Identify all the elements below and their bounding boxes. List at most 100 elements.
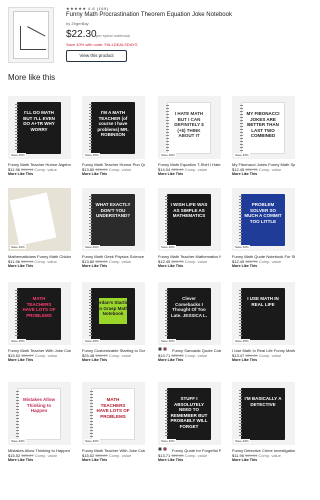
more-like-this-link[interactable]: More Like This xyxy=(232,264,257,268)
product-card[interactable]: PROBLEM SOLVER SO MUCH A COMMIT TOO LITT… xyxy=(232,188,295,288)
more-like-this-link[interactable]: More Like This xyxy=(82,358,107,362)
rating: ★★★★★ 4.6 (169) xyxy=(66,6,109,11)
more-like-this-link[interactable]: More Like This xyxy=(8,172,33,176)
product-thumbnail[interactable]: WHAT EXACTLY DON'T YOU UNDERSTAND? Save 4… xyxy=(82,188,145,251)
comp-value-label: Comp. value xyxy=(34,167,57,172)
product-thumbnail[interactable]: MATH TEACHERS HAVE LOTS OF PROBLEMS Save … xyxy=(82,382,145,445)
discount-badge: Save 40% xyxy=(10,339,26,343)
comp-value-label: Comp. value xyxy=(184,259,208,264)
notebook-cover: MATH TEACHERS HAVE LOTS OF PROBLEMS xyxy=(90,388,135,440)
cover-text: I'M BASICALLY A DETECTIVE xyxy=(244,396,282,407)
color-swatch[interactable] xyxy=(163,447,167,451)
product-thumbnail[interactable]: I'M A MATH TEACHER (of course I have pro… xyxy=(82,96,145,159)
product-thumbnail[interactable]: I'LL DO MATH BUT I'LL EVEN DO A+TR WHY W… xyxy=(8,96,71,159)
more-like-this-link[interactable]: More Like This xyxy=(82,172,107,176)
spiral-binding xyxy=(89,104,92,152)
product-card[interactable]: MY FIBONACCI JOKES ARE BETTER THAN LAST … xyxy=(232,96,295,196)
notebook-cover: STUFF I ABSOLUTELY NEED TO REMEMBER BUT … xyxy=(165,388,211,440)
color-swatch[interactable] xyxy=(158,447,162,451)
product-card[interactable]: I'M BASICALLY A DETECTIVE Save 40% Funny D… xyxy=(232,382,295,482)
discount-badge: Save 40% xyxy=(84,153,100,157)
discount-badge: Save 40% xyxy=(234,439,250,443)
comp-value-label: Comp. value xyxy=(184,167,208,172)
product-thumbnail[interactable]: Save 40% xyxy=(8,188,71,251)
more-like-this-link[interactable]: More Like This xyxy=(8,458,33,462)
product-thumbnail[interactable]: I'M BASICALLY A DETECTIVE Save 40% xyxy=(232,382,295,445)
product-thumbnail[interactable]: Jordan's Starting to Grasp Math Notebook… xyxy=(82,282,145,345)
product-card[interactable]: WHAT EXACTLY DON'T YOU UNDERSTAND? Save 4… xyxy=(82,188,145,288)
discount-badge: Save 40% xyxy=(84,339,100,343)
cover-text: MY FIBONACCI JOKES ARE BETTER THAN LAST … xyxy=(246,111,280,138)
notebook-cover: Mistakes Allow Thinking to Happen xyxy=(16,388,61,440)
cover-text: MATH TEACHERS HAVE LOTS OF PROBLEMS xyxy=(96,397,130,419)
product-thumbnail[interactable]: I USE MATH IN REAL LIFE Save 40% xyxy=(232,282,295,345)
discount-badge: Save 40% xyxy=(84,439,100,443)
product-card[interactable]: I WISH LIFE WAS AS SIMPLE AS MATHEMATICS… xyxy=(158,188,221,288)
cover-text: WHAT EXACTLY DON'T YOU UNDERSTAND? xyxy=(95,202,131,218)
cover-text: Mistakes Allow Thinking to Happen xyxy=(22,397,56,413)
product-title[interactable]: Funny Math Procrastination Theorem Equat… xyxy=(66,12,232,18)
product-thumbnail[interactable]: MY FIBONACCI JOKES ARE BETTER THAN LAST … xyxy=(232,96,295,159)
product-thumbnail[interactable]: STUFF I ABSOLUTELY NEED TO REMEMBER BUT … xyxy=(158,382,221,445)
comp-value-label: Comp. value xyxy=(34,259,57,264)
view-product-button[interactable]: View this product xyxy=(66,50,127,62)
more-like-this-link[interactable]: More Like This xyxy=(82,264,107,268)
more-like-this-link[interactable]: More Like This xyxy=(158,458,183,462)
product-thumbnail[interactable]: Clever Comebacks I Thought Of Too Late. … xyxy=(158,282,221,345)
spiral-binding xyxy=(165,390,168,438)
color-swatches[interactable] xyxy=(158,347,167,351)
notebook-cover: I WISH LIFE WAS AS SIMPLE AS MATHEMATICS xyxy=(165,194,211,246)
comp-value-label: Comp. value xyxy=(258,453,281,458)
discount-badge: Save 40% xyxy=(10,439,26,443)
more-like-this-link[interactable]: More Like This xyxy=(82,458,107,462)
graph-drawing xyxy=(20,26,46,50)
product-thumbnail[interactable]: I WISH LIFE WAS AS SIMPLE AS MATHEMATICS… xyxy=(158,188,221,251)
product-card[interactable]: I'M A MATH TEACHER (of course I have pro… xyxy=(82,96,145,196)
discount-badge: Save 40% xyxy=(160,339,176,343)
product-card[interactable]: MATH TEACHERS HAVE LOTS OF PROBLEMS Save … xyxy=(82,382,145,482)
notebook-cover: I HATE MATH BUT I CAN DEFINITELY $ (+$) … xyxy=(166,102,211,154)
more-like-this-link[interactable]: More Like This xyxy=(158,358,183,362)
discount-badge: Save 40% xyxy=(234,245,250,249)
notebook-page: I'LL DO MATH BUT I'LL EVEN DO A+TR WHY W… xyxy=(13,11,49,59)
more-like-this-link[interactable]: More Like This xyxy=(232,172,257,176)
discount-badge: Save 40% xyxy=(234,339,250,343)
cover-text: Clever Comebacks I Thought Of Too Late. … xyxy=(170,296,208,318)
cover-text: Jordan's Starting to Grasp Math Notebook xyxy=(94,300,132,316)
promo-text: Save 40% with code: FALLDEALSDAYS xyxy=(66,42,138,47)
more-like-this-link[interactable]: More Like This xyxy=(232,358,257,362)
product-thumbnail[interactable]: PROBLEM SOLVER SO MUCH A COMMIT TOO LITT… xyxy=(232,188,295,251)
more-like-this-link[interactable]: More Like This xyxy=(158,172,183,176)
more-like-this-link[interactable]: More Like This xyxy=(158,264,183,268)
spiral-binding xyxy=(89,290,92,338)
product-card[interactable]: Save 40%Mathematicians Funny Math Chicke… xyxy=(8,188,71,288)
product-card[interactable]: MATH TEACHERS HAVE LOTS OF PROBLEMS Save … xyxy=(8,282,71,382)
discount-badge: Save 40% xyxy=(10,153,26,157)
comp-value-label: Comp. value xyxy=(34,453,58,458)
spiral-binding xyxy=(239,290,242,338)
product-price: $22.30 xyxy=(66,29,97,40)
product-card[interactable]: Mistakes Allow Thinking to Happen Save 40… xyxy=(8,382,71,482)
section-title: More like this xyxy=(8,73,56,82)
discount-badge: Save 40% xyxy=(234,153,250,157)
color-swatch[interactable] xyxy=(163,347,167,351)
product-card[interactable]: I'LL DO MATH BUT I'LL EVEN DO A+TR WHY W… xyxy=(8,96,71,196)
comp-value-label: Comp. value xyxy=(258,167,282,172)
color-swatches[interactable] xyxy=(158,447,167,451)
product-card[interactable]: STUFF I ABSOLUTELY NEED TO REMEMBER BUT … xyxy=(158,382,221,482)
product-card[interactable]: Jordan's Starting to Grasp Math Notebook… xyxy=(82,282,145,382)
product-thumbnail[interactable]: MATH TEACHERS HAVE LOTS OF PROBLEMS Save … xyxy=(8,282,71,345)
product-thumbnail[interactable]: Mistakes Allow Thinking to Happen Save 40… xyxy=(8,382,71,445)
cover-text: I'LL DO MATH BUT I'LL EVEN DO A+TR WHY W… xyxy=(23,110,55,132)
product-thumbnail[interactable]: I HATE MATH BUT I CAN DEFINITELY $ (+$) … xyxy=(158,96,221,159)
product-card[interactable]: Clever Comebacks I Thought Of Too Late. … xyxy=(158,282,221,382)
more-like-this-link[interactable]: More Like This xyxy=(232,458,257,462)
product-card[interactable]: I HATE MATH BUT I CAN DEFINITELY $ (+$) … xyxy=(158,96,221,196)
product-image[interactable]: I'LL DO MATH BUT I'LL EVEN DO A+TR WHY W… xyxy=(8,7,54,63)
product-author[interactable]: by ZirgerBay xyxy=(66,21,89,26)
spiral-binding xyxy=(89,196,92,244)
more-like-this-link[interactable]: More Like This xyxy=(8,264,33,268)
product-card[interactable]: I USE MATH IN REAL LIFE Save 40% I Use Mat… xyxy=(232,282,295,382)
more-like-this-link[interactable]: More Like This xyxy=(8,358,33,362)
color-swatch[interactable] xyxy=(158,347,162,351)
